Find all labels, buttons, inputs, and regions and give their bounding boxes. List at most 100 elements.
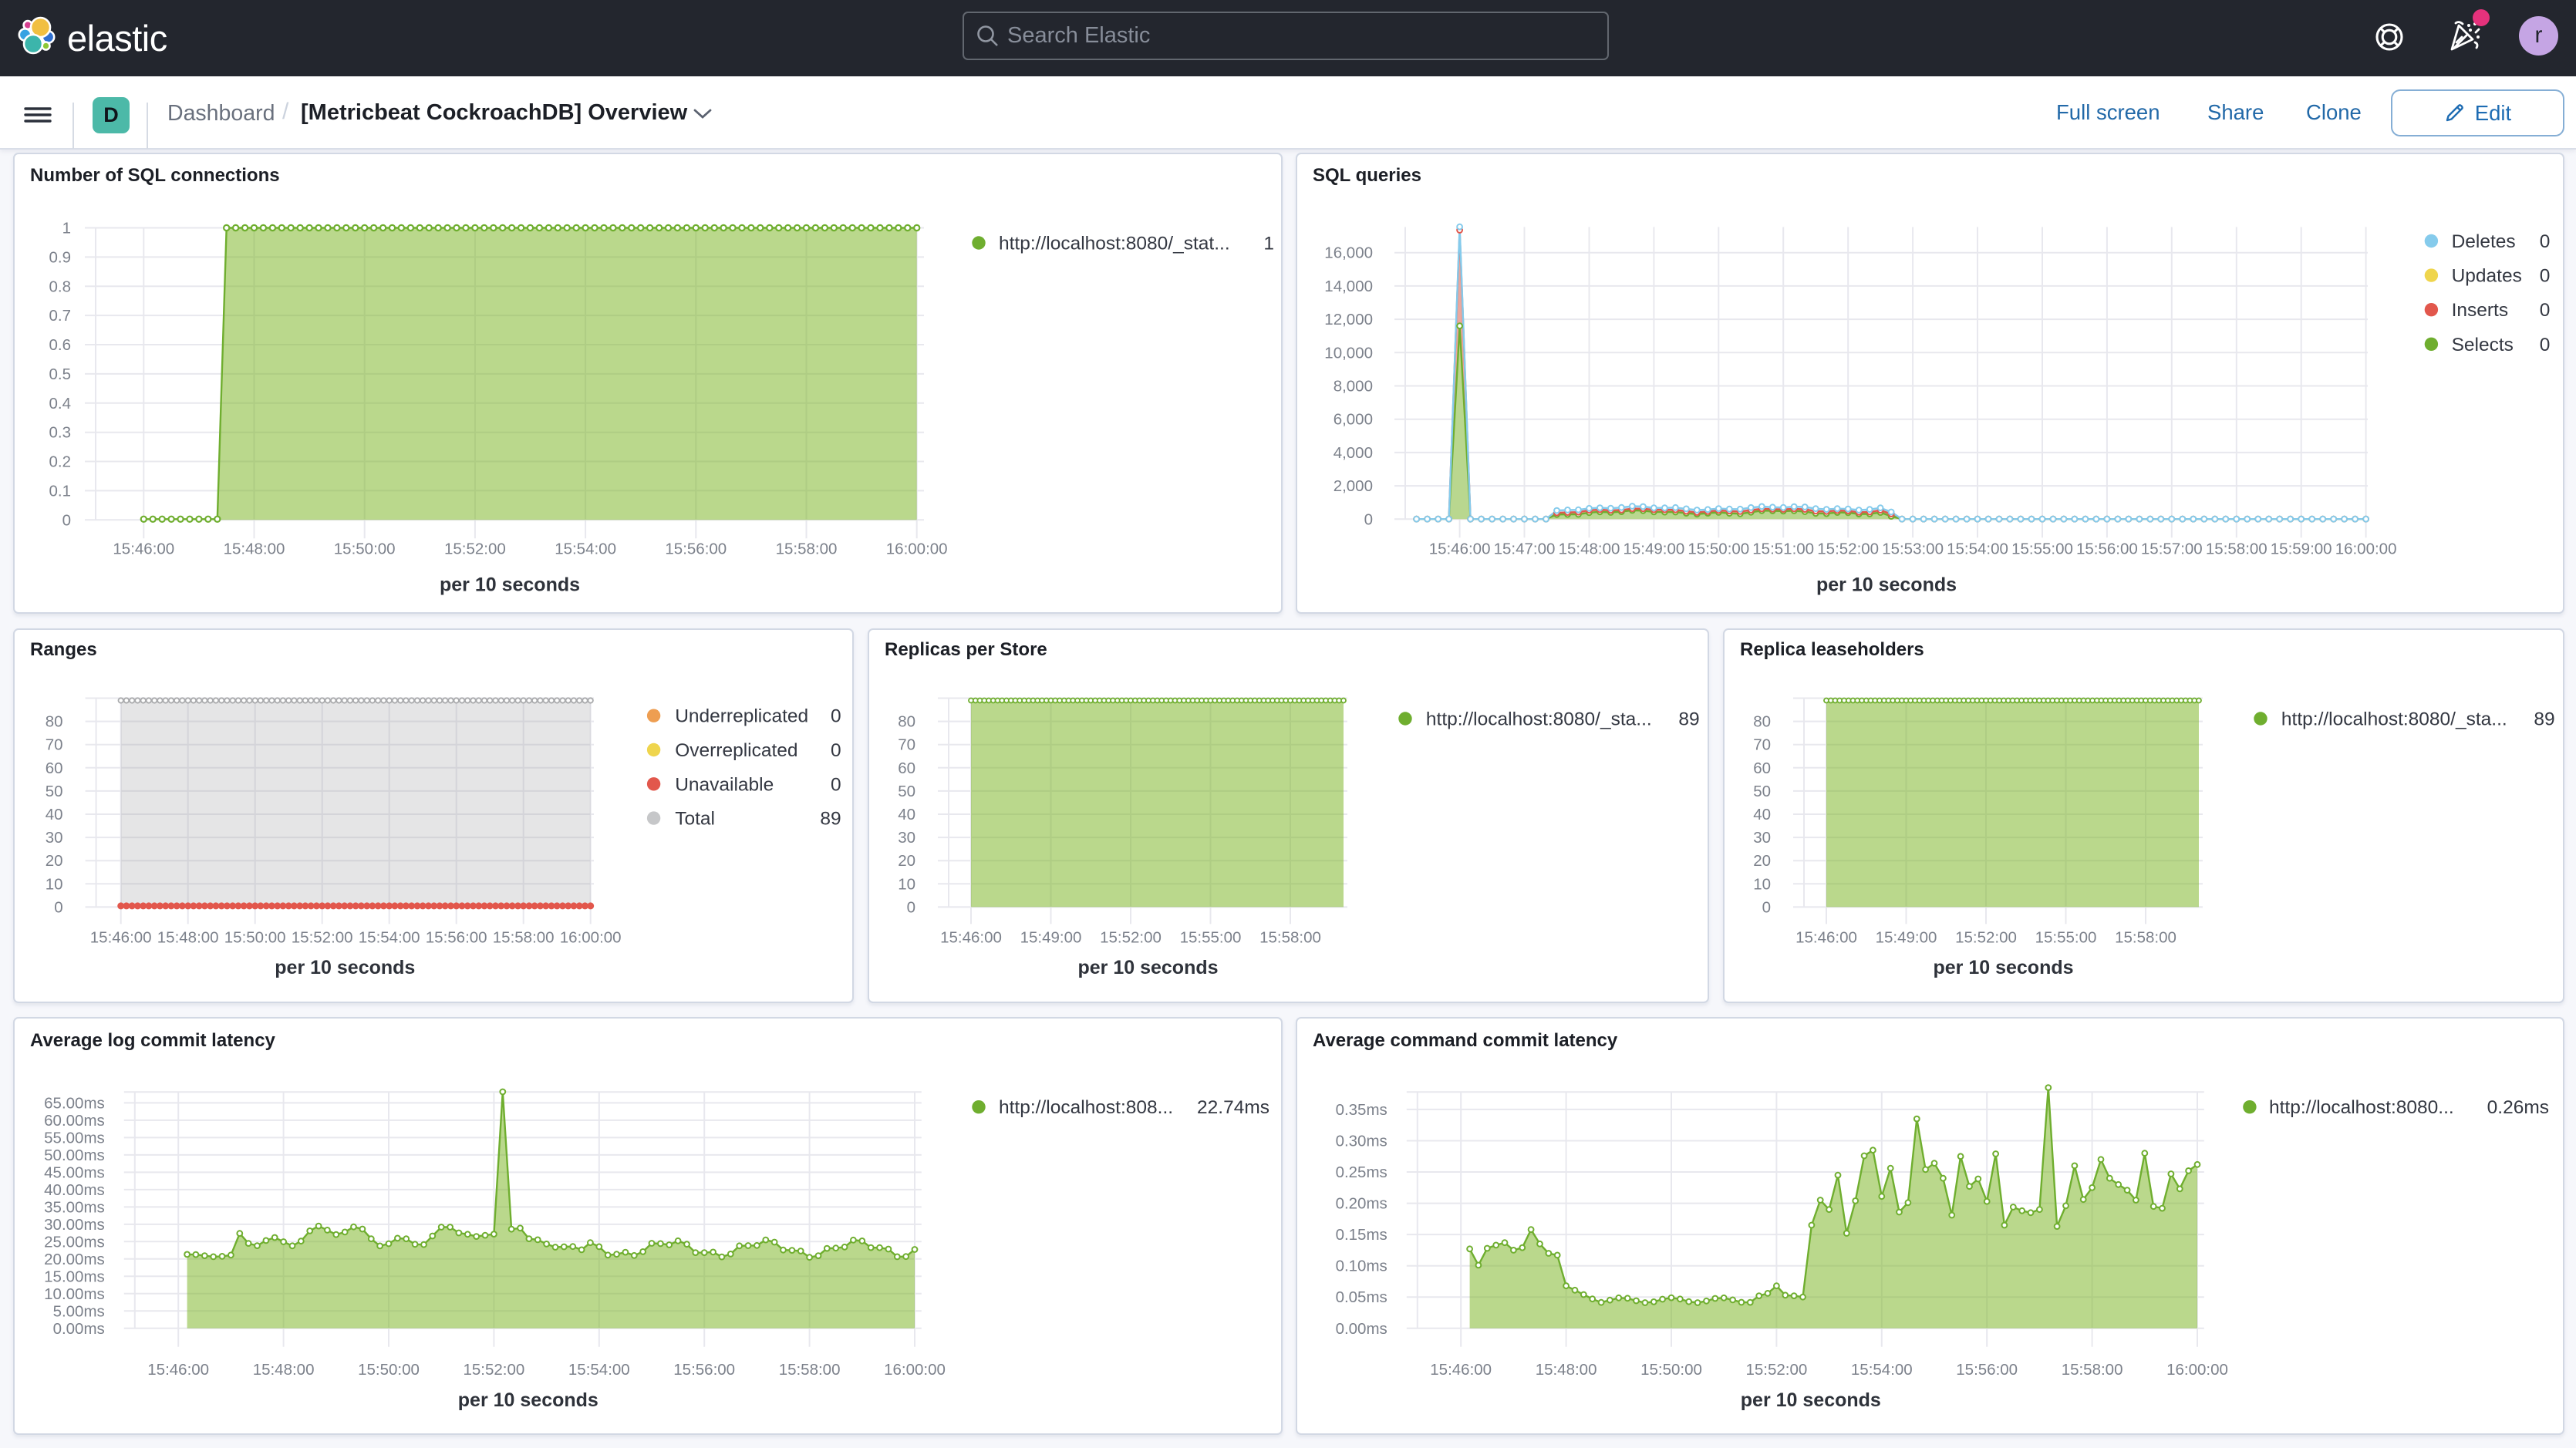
svg-text:0: 0 (2540, 266, 2551, 287)
svg-text:16:00:00: 16:00:00 (560, 929, 622, 947)
svg-text:15:54:00: 15:54:00 (555, 540, 616, 558)
svg-text:40.00ms: 40.00ms (44, 1181, 105, 1199)
svg-text:50.00ms: 50.00ms (44, 1147, 105, 1164)
svg-text:http://localhost:8080/_sta...: http://localhost:8080/_sta... (1426, 709, 1652, 730)
svg-text:0.6: 0.6 (49, 336, 72, 354)
svg-text:http://localhost:808...: http://localhost:808... (999, 1097, 1173, 1118)
svg-text:0.8: 0.8 (49, 278, 72, 295)
svg-text:15:58:00: 15:58:00 (2206, 540, 2267, 558)
svg-text:55.00ms: 55.00ms (44, 1129, 105, 1147)
svg-text:89: 89 (1678, 709, 1699, 730)
svg-text:Deletes: Deletes (2452, 231, 2516, 252)
svg-text:15:54:00: 15:54:00 (359, 929, 420, 947)
svg-text:70: 70 (898, 736, 915, 754)
svg-text:4,000: 4,000 (1334, 444, 1373, 462)
svg-text:Number of SQL connections: Number of SQL connections (30, 165, 280, 186)
svg-text:15:46:00: 15:46:00 (940, 929, 1002, 947)
svg-text:0.5: 0.5 (49, 365, 72, 383)
svg-text:http://localhost:8080...: http://localhost:8080... (2269, 1097, 2454, 1118)
svg-text:per 10 seconds: per 10 seconds (440, 574, 580, 596)
svg-text:5.00ms: 5.00ms (53, 1302, 105, 1320)
svg-text:15:46:00: 15:46:00 (1430, 1361, 1492, 1379)
svg-text:0.3: 0.3 (49, 424, 72, 442)
svg-text:Inserts: Inserts (2452, 300, 2509, 321)
svg-text:15:46:00: 15:46:00 (147, 1361, 209, 1379)
svg-text:15:48:00: 15:48:00 (224, 540, 285, 558)
svg-text:0: 0 (831, 740, 841, 761)
svg-text:0.15ms: 0.15ms (1336, 1226, 1387, 1244)
svg-text:15:50:00: 15:50:00 (224, 929, 286, 947)
svg-text:10,000: 10,000 (1324, 344, 1373, 362)
svg-text:15:48:00: 15:48:00 (157, 929, 219, 947)
svg-text:10: 10 (1753, 875, 1771, 893)
svg-text:15:57:00: 15:57:00 (2141, 540, 2203, 558)
svg-text:10: 10 (46, 875, 63, 893)
svg-text:15:52:00: 15:52:00 (444, 540, 506, 558)
svg-text:15:58:00: 15:58:00 (1259, 929, 1321, 947)
svg-text:89: 89 (2534, 709, 2554, 730)
svg-text:15:50:00: 15:50:00 (358, 1361, 420, 1379)
svg-text:40: 40 (1753, 806, 1771, 823)
svg-text:15:50:00: 15:50:00 (334, 540, 396, 558)
svg-text:15:52:00: 15:52:00 (1100, 929, 1162, 947)
svg-text:15:46:00: 15:46:00 (1429, 540, 1491, 558)
svg-text:65.00ms: 65.00ms (44, 1094, 105, 1112)
svg-text:per 10 seconds: per 10 seconds (1741, 1389, 1881, 1411)
svg-text:15:54:00: 15:54:00 (1851, 1361, 1913, 1379)
svg-text:15:52:00: 15:52:00 (1817, 540, 1879, 558)
svg-text:16:00:00: 16:00:00 (886, 540, 948, 558)
svg-text:45.00ms: 45.00ms (44, 1163, 105, 1181)
svg-text:35.00ms: 35.00ms (44, 1198, 105, 1216)
svg-text:12,000: 12,000 (1324, 311, 1373, 328)
svg-text:SQL queries: SQL queries (1313, 165, 1421, 186)
svg-text:2,000: 2,000 (1334, 477, 1373, 495)
svg-text:1: 1 (62, 220, 71, 237)
svg-text:60.00ms: 60.00ms (44, 1112, 105, 1130)
svg-text:20: 20 (46, 852, 63, 870)
svg-text:15:49:00: 15:49:00 (1876, 929, 1937, 947)
svg-text:0: 0 (2540, 300, 2551, 321)
svg-text:Updates: Updates (2452, 266, 2522, 287)
svg-text:22.74ms: 22.74ms (1197, 1097, 1269, 1118)
svg-text:0: 0 (54, 898, 62, 916)
svg-text:15:52:00: 15:52:00 (1955, 929, 2017, 947)
svg-text:Average log commit latency: Average log commit latency (30, 1030, 276, 1051)
svg-text:20.00ms: 20.00ms (44, 1251, 105, 1268)
svg-text:0: 0 (1762, 898, 1771, 916)
svg-text:60: 60 (46, 759, 63, 777)
svg-text:0.4: 0.4 (49, 395, 72, 413)
svg-text:15:49:00: 15:49:00 (1623, 540, 1684, 558)
svg-text:15:56:00: 15:56:00 (665, 540, 727, 558)
svg-text:15:47:00: 15:47:00 (1494, 540, 1556, 558)
svg-text:Unavailable: Unavailable (675, 774, 774, 795)
svg-text:15:58:00: 15:58:00 (779, 1361, 841, 1379)
svg-text:50: 50 (46, 783, 63, 800)
svg-text:10.00ms: 10.00ms (44, 1285, 105, 1303)
svg-text:6,000: 6,000 (1334, 411, 1373, 429)
svg-text:15:46:00: 15:46:00 (1795, 929, 1857, 947)
svg-text:Overreplicated: Overreplicated (675, 740, 797, 761)
svg-text:Average command commit latency: Average command commit latency (1313, 1030, 1618, 1051)
svg-text:15:55:00: 15:55:00 (2011, 540, 2073, 558)
svg-text:Underreplicated: Underreplicated (675, 706, 808, 727)
svg-text:15:58:00: 15:58:00 (2062, 1361, 2123, 1379)
svg-text:0.20ms: 0.20ms (1336, 1195, 1387, 1213)
svg-text:70: 70 (1753, 736, 1771, 754)
svg-text:60: 60 (1753, 759, 1771, 777)
svg-text:0.10ms: 0.10ms (1336, 1258, 1387, 1275)
svg-text:0: 0 (907, 898, 915, 916)
svg-text:20: 20 (898, 852, 915, 870)
svg-text:0.7: 0.7 (49, 307, 72, 325)
svg-text:15:48:00: 15:48:00 (253, 1361, 315, 1379)
svg-text:15:52:00: 15:52:00 (1745, 1361, 1807, 1379)
svg-text:Replica leaseholders: Replica leaseholders (1740, 639, 1924, 660)
svg-text:per 10 seconds: per 10 seconds (1816, 574, 1957, 596)
svg-text:70: 70 (46, 736, 63, 754)
svg-text:89: 89 (820, 809, 841, 830)
svg-text:25.00ms: 25.00ms (44, 1233, 105, 1251)
svg-text:16,000: 16,000 (1324, 244, 1373, 262)
svg-text:15:53:00: 15:53:00 (1882, 540, 1944, 558)
svg-text:15.00ms: 15.00ms (44, 1268, 105, 1285)
svg-text:0: 0 (831, 706, 841, 727)
svg-text:15:46:00: 15:46:00 (90, 929, 152, 947)
